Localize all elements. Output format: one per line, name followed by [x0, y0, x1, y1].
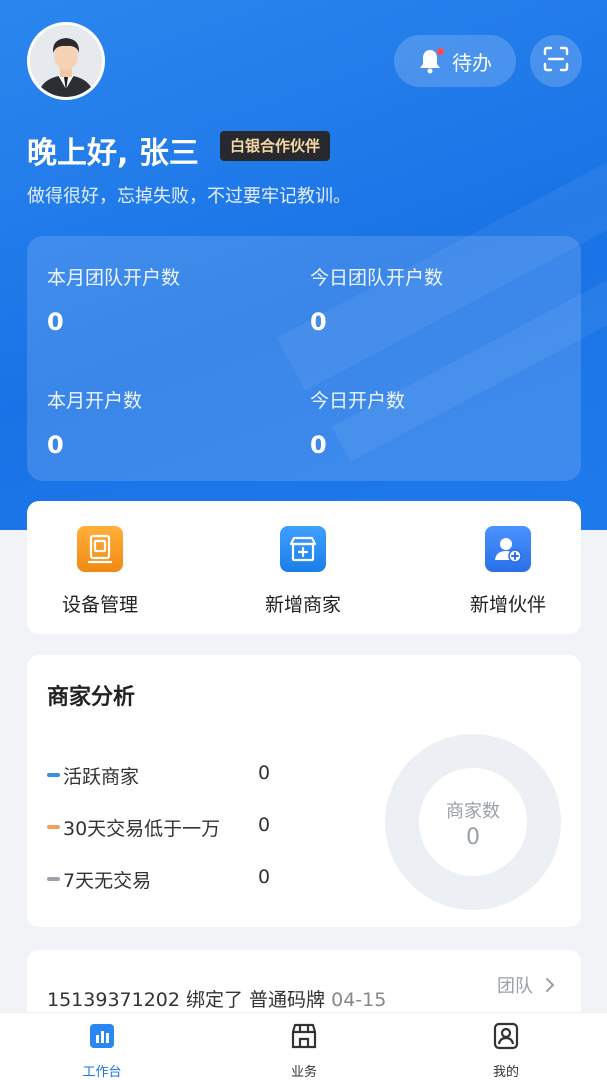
stat-value: 0 [47, 308, 64, 336]
activity-date: 04-15 [331, 989, 387, 1011]
add-partner-button[interactable]: 新增伙伴 [438, 526, 578, 617]
tab-label: 我的 [492, 1065, 519, 1080]
legend-marker [47, 877, 60, 881]
partner-level-badge: 白银合作伙伴 [220, 131, 331, 161]
scan-icon [543, 46, 569, 76]
action-label: 新增商家 [264, 594, 341, 616]
legend-active-merchants: 活跃商家 0 [47, 762, 297, 788]
legend-low-volume: 30天交易低于一万 0 [47, 814, 297, 840]
merchant-analysis-card: 商家分析 活跃商家 0 30天交易低于一万 0 7天无交易 0 商家数 0 [27, 655, 581, 927]
device-icon [77, 526, 123, 572]
legend-value: 0 [258, 762, 271, 784]
tab-mine[interactable]: 我的 [461, 1021, 551, 1080]
add-merchant-button[interactable]: 新增商家 [233, 526, 373, 617]
stat-team-month: 本月团队开户数 0 [47, 263, 180, 336]
todo-button[interactable]: 待办 [394, 35, 516, 87]
stat-value: 0 [47, 431, 64, 459]
stat-label: 本月团队开户数 [47, 267, 181, 289]
stat-value: 0 [310, 308, 327, 336]
business-icon [259, 1021, 349, 1051]
legend-value: 0 [258, 866, 271, 888]
motto-text: 做得很好，忘掉失败，不过要牢记教训。 [27, 186, 351, 207]
legend-marker [47, 825, 60, 829]
action-label: 新增伙伴 [469, 594, 546, 616]
stat-today: 今日开户数 0 [310, 386, 405, 459]
section-title: 商家分析 [47, 685, 136, 710]
todo-label: 待办 [452, 50, 492, 75]
legend-name: 活跃商家 [63, 766, 140, 788]
tab-label: 工作台 [82, 1065, 122, 1080]
legend-name: 7天无交易 [63, 870, 152, 892]
stat-month: 本月开户数 0 [47, 386, 142, 459]
tab-business[interactable]: 业务 [259, 1021, 349, 1080]
avatar[interactable] [27, 22, 105, 100]
stat-value: 0 [310, 431, 327, 459]
bottom-tab-bar: 工作台 业务 我的 [0, 1012, 607, 1080]
quick-actions-card: 设备管理 新增商家 新增伙伴 [27, 501, 581, 634]
dashboard-icon [57, 1021, 147, 1051]
donut-label: 商家数 [446, 801, 500, 822]
chevron-right-icon [545, 977, 555, 998]
legend-name: 30天交易低于一万 [63, 818, 221, 840]
scan-button[interactable] [530, 35, 582, 87]
team-link[interactable]: 团队 [497, 972, 555, 998]
team-link-label: 团队 [497, 976, 533, 997]
tab-label: 业务 [290, 1065, 317, 1080]
donut-value: 0 [466, 825, 480, 850]
activity-text: 15139371202 绑定了 普通码牌 [47, 989, 326, 1011]
stat-label: 今日开户数 [310, 390, 406, 412]
header-banner: 待办 晚上好, 张三 白银合作伙伴 做得很好，忘掉失败，不过要牢记教训。 本月团… [0, 0, 607, 530]
bell-icon [418, 48, 444, 74]
profile-icon [461, 1021, 551, 1051]
user-add-icon [485, 526, 531, 572]
tab-workbench[interactable]: 工作台 [57, 1021, 147, 1080]
stat-team-today: 今日团队开户数 0 [310, 263, 443, 336]
stats-panel: 本月团队开户数 0 今日团队开户数 0 本月开户数 0 今日开户数 0 [27, 236, 581, 481]
activity-message: 15139371202 绑定了 普通码牌 04-15 [47, 985, 386, 1012]
legend-no-transactions: 7天无交易 0 [47, 866, 297, 892]
store-add-icon [280, 526, 326, 572]
legend-value: 0 [258, 814, 271, 836]
legend-marker [47, 773, 60, 777]
stat-label: 本月开户数 [47, 390, 143, 412]
stat-label: 今日团队开户数 [310, 267, 444, 289]
device-management-button[interactable]: 设备管理 [30, 526, 170, 617]
action-label: 设备管理 [61, 594, 138, 616]
greeting-text: 晚上好, 张三 [27, 136, 199, 171]
